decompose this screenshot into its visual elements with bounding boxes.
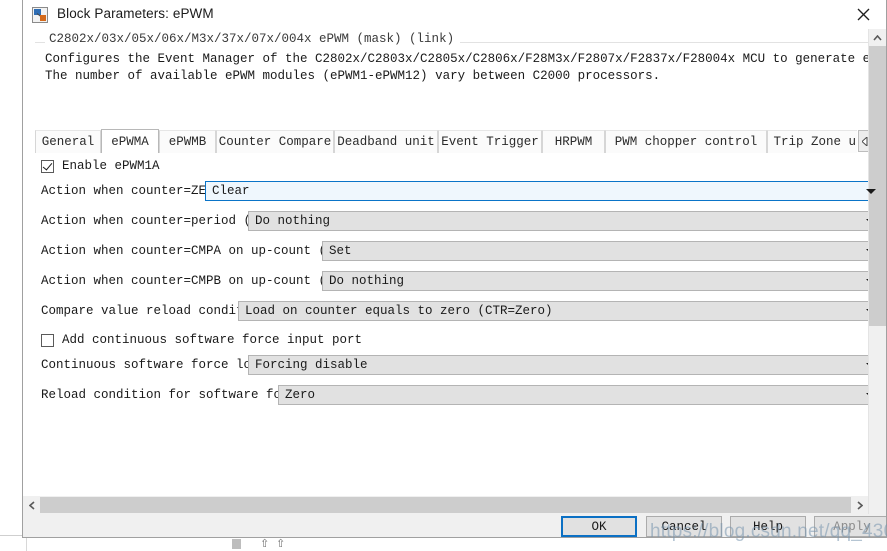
simulink-block-icon: [32, 7, 48, 23]
help-button[interactable]: Help: [730, 516, 806, 537]
label-action-zero: Action when counter=ZERO:: [41, 184, 229, 198]
dropdown-action-prd[interactable]: Do nothing: [248, 211, 884, 231]
tab-label: ePWMB: [168, 135, 207, 149]
scroll-right-icon[interactable]: [851, 496, 868, 514]
tab-epwmb[interactable]: ePWMB: [159, 130, 216, 153]
dropdown-value: Do nothing: [255, 214, 331, 228]
vertical-scrollbar-thumb[interactable]: [869, 46, 886, 326]
apply-button[interactable]: Apply: [814, 516, 886, 537]
tab-label: Trip Zone unit: [773, 135, 857, 149]
dropdown-value: Forcing disable: [255, 358, 368, 372]
dropdown-value: Load on counter equals to zero (CTR=Zero…: [245, 304, 553, 318]
stop-square-icon: [232, 539, 241, 549]
cancel-button[interactable]: Cancel: [646, 516, 722, 537]
dropdown-action-cbu[interactable]: Do nothing: [322, 271, 884, 291]
tab-label: Counter Compare: [218, 135, 332, 149]
mask-description-line-2: The number of available ePWM modules (eP…: [45, 69, 661, 83]
checkbox-box: [41, 159, 54, 173]
background-toolbar-icons: ⇧ ⇧: [232, 538, 302, 551]
tab-counter-compare[interactable]: Counter Compare: [216, 130, 334, 153]
dropdown-action-cau[interactable]: Set: [322, 241, 884, 261]
checkbox-box: [41, 333, 54, 347]
arrow-up-icon-2: ⇧: [276, 537, 286, 550]
dropdown-value: Clear: [212, 184, 250, 198]
label-action-cau: Action when counter=CMPA on up-count (CA…: [41, 244, 364, 258]
tab-hrpwm[interactable]: HRPWM: [542, 130, 605, 153]
enable-epwm1a-checkbox[interactable]: Enable ePWM1A: [41, 157, 160, 175]
dropdown-action-zero[interactable]: Clear: [205, 181, 884, 201]
tab-deadband-unit[interactable]: Deadband unit: [334, 130, 438, 153]
tab-label: Deadband unit: [337, 135, 435, 149]
dropdown-force-logic[interactable]: Forcing disable: [248, 355, 884, 375]
tab-label: Event Trigger: [441, 135, 539, 149]
screen-root: ⇧ ⇧ Block Parameters: ePWM C2802x/03x/05…: [0, 0, 887, 551]
mask-type-label: C2802x/03x/05x/06x/M3x/37x/07x/004x ePWM…: [45, 32, 461, 46]
add-software-force-port-label: Add continuous software force input port: [62, 333, 363, 347]
chevron-down-icon: [866, 189, 876, 194]
dropdown-value: Do nothing: [329, 274, 405, 288]
label-force-logic: Continuous software force logic:: [41, 358, 282, 372]
dropdown-value: Set: [329, 244, 352, 258]
tab-label: General: [41, 135, 95, 149]
tab-strip: General ePWMA ePWMB Counter Compare Dead…: [35, 129, 871, 154]
tab-trip-zone-unit[interactable]: Trip Zone unit: [767, 130, 857, 153]
epwma-panel: Enable ePWM1A Action when counter=ZERO: …: [35, 153, 884, 537]
tab-label: PWM chopper control: [614, 135, 758, 149]
enable-epwm1a-label: Enable ePWM1A: [62, 159, 160, 173]
close-icon[interactable]: [840, 0, 886, 28]
label-action-cbu: Action when counter=CMPB on up-count (CB…: [41, 274, 364, 288]
mask-description-line-1: Configures the Event Manager of the C280…: [45, 52, 887, 66]
scroll-left-icon[interactable]: [23, 496, 40, 514]
horizontal-scrollbar[interactable]: [23, 496, 868, 514]
dialog-title: Block Parameters: ePWM: [57, 6, 214, 21]
add-software-force-port-checkbox[interactable]: Add continuous software force input port: [41, 331, 362, 349]
label-force-reload: Reload condition for software force:: [41, 388, 312, 402]
mask-header-group: C2802x/03x/05x/06x/M3x/37x/07x/004x ePWM…: [23, 29, 871, 52]
dropdown-value: Zero: [285, 388, 316, 402]
horizontal-scrollbar-thumb[interactable]: [40, 497, 851, 513]
chevron-left-icon: [861, 136, 867, 146]
vertical-scrollbar[interactable]: [868, 29, 886, 537]
tab-general[interactable]: General: [35, 130, 101, 153]
tab-label: HRPWM: [554, 135, 593, 149]
dropdown-compare-reload[interactable]: Load on counter equals to zero (CTR=Zero…: [238, 301, 884, 321]
tab-pwm-chopper-control[interactable]: PWM chopper control: [605, 130, 767, 153]
dropdown-force-reload[interactable]: Zero: [278, 385, 884, 405]
scroll-up-icon[interactable]: [869, 29, 886, 46]
ok-button[interactable]: OK: [561, 516, 637, 537]
dialog-footer: OK Cancel Help Apply: [23, 514, 886, 537]
tabs-container: General ePWMA ePWMB Counter Compare Dead…: [35, 129, 857, 153]
tab-epwma[interactable]: ePWMA: [101, 129, 159, 153]
block-parameters-dialog: Block Parameters: ePWM C2802x/03x/05x/06…: [22, 0, 887, 538]
tab-label: ePWMA: [111, 134, 149, 149]
dialog-content: C2802x/03x/05x/06x/M3x/37x/07x/004x ePWM…: [23, 29, 886, 537]
tab-event-trigger[interactable]: Event Trigger: [438, 130, 542, 153]
dialog-titlebar: Block Parameters: ePWM: [23, 0, 886, 30]
arrow-up-icon-1: ⇧: [260, 537, 270, 550]
